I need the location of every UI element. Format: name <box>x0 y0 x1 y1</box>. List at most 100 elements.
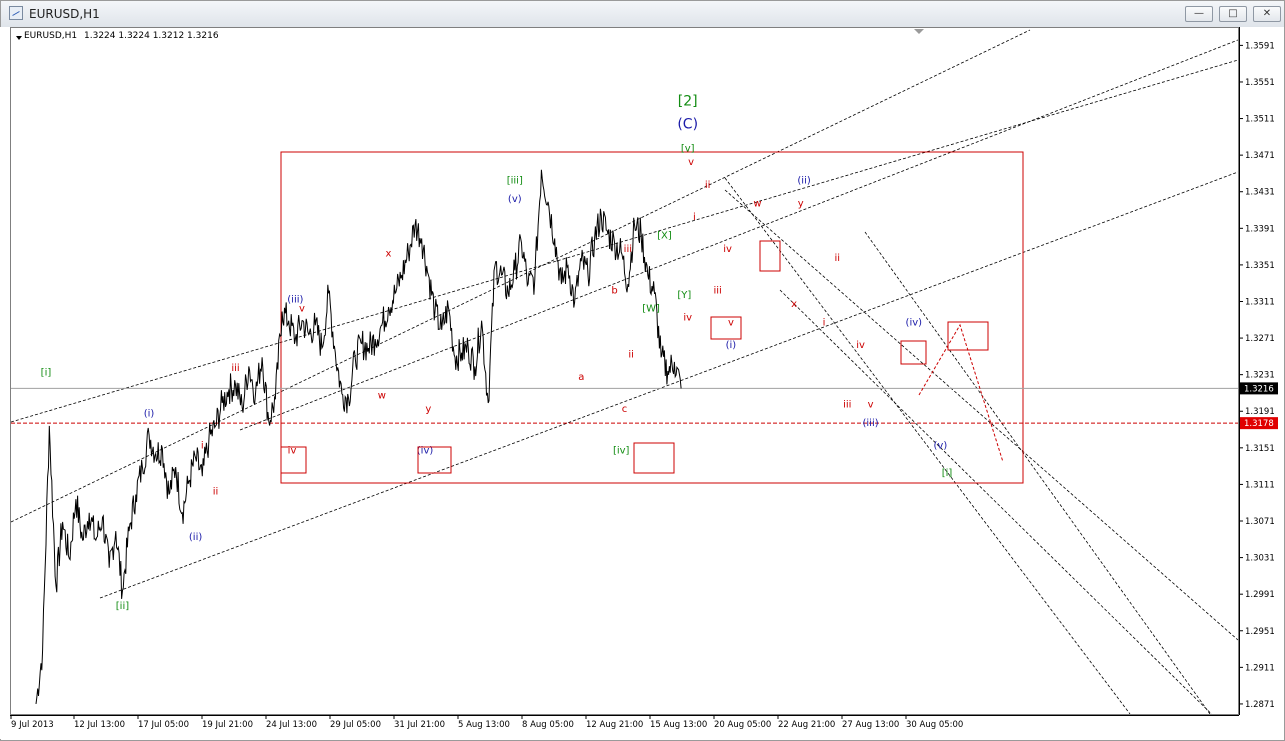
y-tick-label: 1.3031 <box>1245 554 1275 564</box>
y-tick-label: 1.3551 <box>1245 78 1275 88</box>
wave-label: a <box>578 372 584 383</box>
wave-label: x <box>791 299 797 310</box>
wave-label: ii <box>628 349 634 360</box>
wave-label: (v) <box>508 194 522 205</box>
wave-label: i <box>693 212 696 223</box>
wave-label: [ii] <box>116 601 129 612</box>
y-tick-label: 1.3151 <box>1245 444 1275 454</box>
wave-label: [iii] <box>507 175 523 186</box>
wave-label: [i] <box>942 468 953 479</box>
wave-label: [W] <box>642 304 660 315</box>
plot-layer: [i][ii](i)(ii)iiiiiiiv(iii)vwxy(iv)[iii]… <box>11 29 1238 714</box>
x-tick-label: 30 Aug 05:00 <box>906 720 963 730</box>
x-tick-label: 19 Jul 21:00 <box>202 720 253 730</box>
wave-label: [i] <box>41 368 52 379</box>
current-price-label: 1.3216 <box>1244 384 1274 394</box>
price-chart: [i][ii](i)(ii)iiiiiiiv(iii)vwxy(iv)[iii]… <box>10 29 1278 730</box>
channel-line <box>11 59 1238 423</box>
y-tick-label: 1.3511 <box>1245 115 1275 125</box>
descending-channel-line <box>724 177 1131 714</box>
label-box <box>900 340 927 365</box>
y-tick-label: 1.3591 <box>1245 41 1275 51</box>
y-tick-label: 1.3071 <box>1245 517 1275 527</box>
wave-label: (ii) <box>797 175 810 186</box>
wave-label: (iv) <box>906 317 923 328</box>
wave-label: x <box>385 249 391 260</box>
wave-label: (iii) <box>863 418 879 429</box>
projected-wave-path <box>918 323 1004 463</box>
marked-price-label: 1.3178 <box>1244 419 1274 429</box>
wave-label: iii <box>713 285 721 296</box>
label-box <box>710 316 742 340</box>
descending-channel-line <box>779 289 1213 714</box>
y-tick-label: 1.3391 <box>1245 224 1275 234</box>
wave-label: ii <box>213 486 219 497</box>
price-line <box>35 169 682 704</box>
wave-label: w <box>753 198 761 209</box>
x-tick-label: 12 Jul 13:00 <box>74 720 125 730</box>
wave-label: iii <box>231 363 239 374</box>
wave-label: w <box>378 390 386 401</box>
x-tick-label: 24 Jul 13:00 <box>266 720 317 730</box>
wave-label: i <box>201 441 204 452</box>
label-box <box>947 321 989 351</box>
channel-line <box>11 29 1031 523</box>
wave-label: iv <box>683 313 692 324</box>
wave-label: (i) <box>144 409 155 420</box>
wave-label: [X] <box>657 230 672 241</box>
wave-label: (ii) <box>189 532 202 543</box>
wave-label: iv <box>723 244 732 255</box>
y-tick-label: 1.3191 <box>1245 407 1275 417</box>
wave-label: [2] <box>678 94 698 110</box>
y-tick-label: 1.2951 <box>1245 627 1275 637</box>
y-tick-label: 1.3351 <box>1245 261 1275 271</box>
wave-label: v <box>299 304 305 315</box>
wave-label: b <box>611 285 617 296</box>
y-tick-label: 1.2991 <box>1245 590 1275 600</box>
symbol-label: EURUSD,H1 <box>24 31 78 41</box>
y-tick-label: 1.3431 <box>1245 188 1275 198</box>
wave-label: i <box>823 317 826 328</box>
symbol-header: EURUSD,H1 1.3224 1.3224 1.3212 1.3216 <box>14 31 219 41</box>
wave-label: iv <box>856 340 865 351</box>
descending-channel-line <box>864 231 1211 714</box>
label-box <box>759 240 781 272</box>
x-tick-label: 17 Jul 05:00 <box>138 720 189 730</box>
y-tick-label: 1.3271 <box>1245 334 1275 344</box>
chart-shift-marker-icon <box>914 29 924 34</box>
x-tick-label: 29 Jul 05:00 <box>330 720 381 730</box>
y-tick-label: 1.2871 <box>1245 700 1275 710</box>
x-tick-label: 12 Aug 21:00 <box>586 720 643 730</box>
y-tick-label: 1.3471 <box>1245 151 1275 161</box>
label-box <box>633 442 675 474</box>
y-tick-label: 1.3231 <box>1245 371 1275 381</box>
x-tick-label: 31 Jul 21:00 <box>394 720 445 730</box>
wave-label: (i) <box>726 340 737 351</box>
wave-label: v <box>688 157 694 168</box>
x-tick-label: 15 Aug 13:00 <box>650 720 707 730</box>
wave-label: (v) <box>934 441 948 452</box>
x-tick-label: 9 Jul 2013 <box>11 720 54 730</box>
wave-label: v <box>868 400 874 411</box>
wave-label: y <box>425 404 431 415</box>
x-tick-label: 27 Aug 13:00 <box>842 720 899 730</box>
wave-label: c <box>622 404 628 415</box>
descending-channel-line <box>724 189 1238 641</box>
wave-label: (C) <box>677 117 698 133</box>
ohlc-values: 1.3224 1.3224 1.3212 1.3216 <box>84 31 219 41</box>
x-tick-label: 22 Aug 21:00 <box>778 720 835 730</box>
y-tick-label: 1.3311 <box>1245 297 1275 307</box>
wave-label: [v] <box>681 143 695 154</box>
x-tick-label: 20 Aug 05:00 <box>714 720 771 730</box>
wave-label: [Y] <box>677 290 691 301</box>
y-tick-label: 1.2911 <box>1245 663 1275 673</box>
wave-label: y <box>798 198 804 209</box>
wave-label: iii <box>843 400 851 411</box>
wave-label: v <box>728 317 734 328</box>
wave-label: ii <box>705 180 711 191</box>
y-tick-label: 1.3111 <box>1245 480 1275 490</box>
wave-label: [iv] <box>613 445 630 456</box>
x-tick-label: 8 Aug 05:00 <box>522 720 574 730</box>
channel-line <box>239 39 1238 431</box>
x-tick-label: 5 Aug 13:00 <box>458 720 510 730</box>
